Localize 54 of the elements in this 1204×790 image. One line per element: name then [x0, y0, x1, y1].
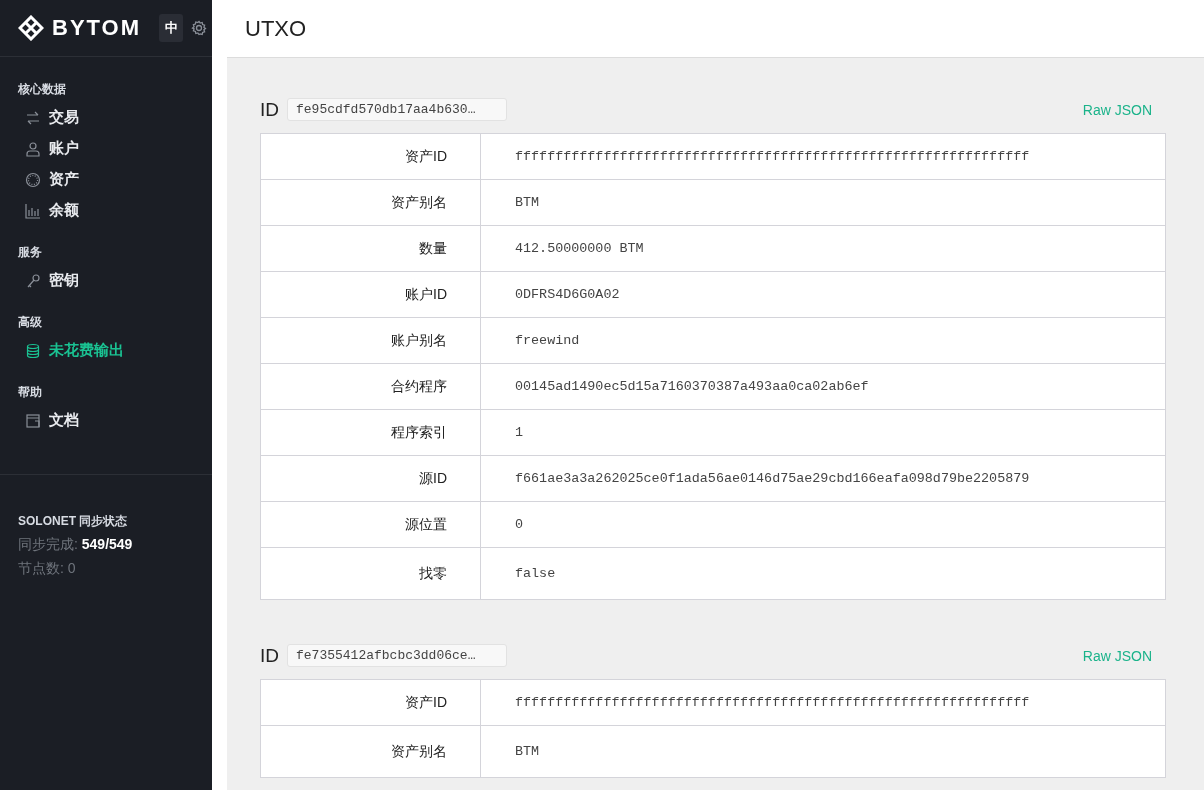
field-label-cell: 程序索引 — [261, 410, 481, 455]
field-value-cell-text: f661ae3a3a262025ce0f1ada56ae0146d75ae29cbd166eafa098d79be2205879 — [514, 470, 1031, 488]
logo-icon — [18, 15, 44, 41]
user-icon — [25, 140, 41, 157]
nav-item[interactable]: 密钥 — [18, 265, 194, 296]
database-icon — [25, 342, 41, 359]
nav-item[interactable]: 余额 — [18, 195, 194, 226]
peer-count: 节点数: 0 — [18, 560, 77, 578]
id-label: ID — [260, 644, 279, 667]
field-label-cell: 找零 — [261, 548, 481, 599]
book-icon — [25, 412, 41, 429]
field-value-cell-text: 0DFRS4D6G0A02 — [514, 286, 621, 304]
nav-section-title: 高级 — [18, 314, 43, 331]
field-label-cell: 资产ID — [261, 680, 481, 725]
field-label-cell: 资产别名 — [261, 180, 481, 225]
field-label-cell: 资产别名 — [261, 726, 481, 777]
field-label-cell: 账户别名 — [261, 318, 481, 363]
coin-icon — [25, 171, 41, 188]
nav-item[interactable]: 交易 — [18, 102, 194, 133]
key-icon — [25, 272, 41, 289]
transfer-arrows-icon — [25, 109, 41, 126]
nav-section-title: 帮助 — [18, 384, 43, 401]
field-value-cell-text: BTM — [514, 194, 541, 212]
nav-section-title: 服务 — [18, 244, 43, 261]
field-label-cell: 资产ID — [261, 134, 481, 179]
id-value: fe7355412afbcbc3dd06ce… — [287, 644, 507, 667]
id-label: ID — [260, 98, 279, 121]
brand-name: BYTOM — [52, 15, 142, 41]
bar-chart-icon — [25, 202, 41, 219]
language-button[interactable]: 中 — [159, 14, 184, 42]
field-value-cell-text: 1 — [514, 424, 525, 442]
field-value-cell-text: 412.50000000 BTM — [514, 240, 645, 258]
field-label-cell: 合约程序 — [261, 364, 481, 409]
sync-status-title: SOLONET 同步状态 — [18, 513, 129, 530]
field-value-cell-text: 0 — [514, 516, 525, 534]
field-value-cell-text: 00145ad1490ec5d15a7160370387a493aa0ca02ab6ef — [514, 378, 870, 396]
nav-item[interactable]: 文档 — [18, 405, 194, 436]
page-title: UTXO — [245, 15, 307, 42]
id-value: fe95cdfd570db17aa4b630… — [287, 98, 507, 121]
field-value-cell-text: BTM — [514, 743, 541, 761]
nav-section-title: 核心数据 — [18, 81, 67, 98]
field-label-cell: 源ID — [261, 456, 481, 501]
sync-status-text: 同步完成: 549/549 — [18, 536, 134, 554]
field-value-cell-text: ffffffffffffffffffffffffffffffffffffffffffffffffffffffffffffffff — [514, 148, 1031, 166]
nav-item[interactable]: 资产 — [18, 164, 194, 195]
field-value-cell-text: false — [514, 565, 557, 583]
field-label-cell: 源位置 — [261, 502, 481, 547]
field-label-cell: 数量 — [261, 226, 481, 271]
field-value-cell-text: freewind — [514, 332, 581, 350]
field-label-cell: 账户ID — [261, 272, 481, 317]
field-value-cell-text: ffffffffffffffffffffffffffffffffffffffffffffffffffffffffffffffff — [514, 694, 1031, 712]
nav-item[interactable]: 未花费输出 — [18, 335, 194, 366]
settings-icon[interactable] — [191, 20, 208, 36]
nav-item[interactable]: 账户 — [18, 133, 194, 164]
